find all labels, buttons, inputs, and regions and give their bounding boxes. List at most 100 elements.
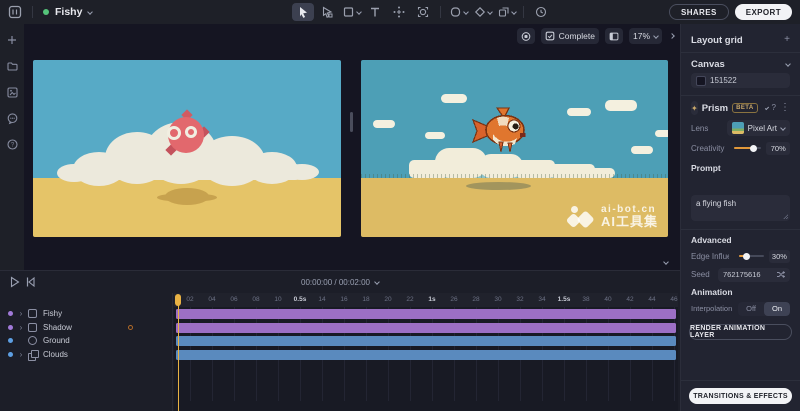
ruler-label: 02 — [180, 296, 200, 303]
history-tool-button[interactable] — [530, 3, 552, 21]
resize-handle[interactable] — [783, 214, 788, 219]
prism-collapse-chevron-icon[interactable] — [764, 106, 768, 110]
canvas-viewport[interactable]: Complete 17% — [24, 24, 680, 270]
layer-row-clouds[interactable]: ›Clouds — [0, 348, 173, 361]
creativity-slider[interactable] — [734, 147, 761, 149]
add-icon[interactable] — [4, 32, 20, 48]
timeline-panel: 00:00:00 / 00:02:00 ›Fishy›ShadowGround›… — [0, 270, 680, 411]
canvas-color-swatch[interactable] — [696, 76, 706, 86]
panel-toggle-button[interactable] — [605, 28, 623, 44]
time-display[interactable]: 00:00:00 / 00:02:00 — [0, 271, 680, 293]
creativity-label: Creativity — [691, 144, 724, 153]
scene2-fish-character — [471, 102, 535, 158]
select-tool-button[interactable] — [292, 3, 314, 21]
prism-more-icon[interactable]: ⋮ — [780, 103, 790, 113]
app-logo-icon[interactable] — [8, 5, 22, 19]
timeline-bar-shadow[interactable] — [176, 323, 676, 333]
scene2-cloud — [425, 132, 445, 139]
layer-type-stack-icon — [28, 350, 37, 359]
shape-tool-chevron-icon[interactable] — [463, 9, 469, 15]
interpolation-off-option[interactable]: Off — [738, 302, 764, 316]
creativity-value[interactable]: 70% — [766, 142, 790, 155]
playhead-line — [178, 297, 179, 411]
ruler-label: 18 — [356, 296, 376, 303]
add-layout-grid-icon[interactable]: + — [784, 35, 790, 45]
zoom-level-dropdown[interactable]: 17% — [629, 28, 662, 44]
canvas-color-value: 151522 — [710, 76, 737, 85]
layer-expand-chevron-icon[interactable]: › — [16, 350, 26, 359]
ruler-label: 46 — [664, 296, 678, 303]
layer-row-fishy[interactable]: ›Fishy — [0, 307, 173, 320]
help-icon[interactable]: ? — [4, 136, 20, 152]
lens-dropdown[interactable]: Pixel Art — [727, 120, 790, 136]
render-animation-layer-button[interactable]: RENDER ANIMATION LAYER — [689, 324, 792, 340]
ruler-label: 40 — [598, 296, 618, 303]
record-button[interactable] — [517, 28, 535, 44]
artboard-frame-2[interactable]: ai-bot.cn AI工具集 — [361, 60, 668, 237]
timeline-tracks[interactable]: 02040608100.5s14161820221s26283032341.5s… — [174, 293, 678, 411]
timeline-bar-clouds[interactable] — [176, 350, 676, 360]
ruler-label: 26 — [444, 296, 464, 303]
layer-row-ground[interactable]: Ground — [0, 334, 173, 347]
seed-value: 762175616 — [723, 270, 761, 279]
shape-tool-button[interactable] — [447, 3, 469, 21]
frame-tool-chevron-icon[interactable] — [356, 9, 362, 15]
prompt-label: Prompt — [691, 163, 721, 173]
playhead-handle[interactable] — [175, 294, 181, 306]
effect-tool-chevron-icon[interactable] — [487, 9, 493, 15]
prism-icon: ✦ — [691, 101, 698, 115]
scene2-grass — [361, 174, 668, 178]
project-menu-chevron-icon[interactable] — [88, 9, 94, 15]
edge-influence-slider[interactable] — [739, 255, 763, 257]
watermark-line2: AI工具集 — [601, 215, 658, 229]
focus-region-tool-button[interactable] — [412, 3, 434, 21]
folder-icon[interactable] — [4, 58, 20, 74]
ruler-label: 20 — [378, 296, 398, 303]
scene2-cloud — [373, 120, 395, 128]
ruler-label: 32 — [510, 296, 530, 303]
seed-input[interactable]: 762175616 — [718, 268, 790, 282]
comments-icon[interactable] — [4, 110, 20, 126]
edge-influence-value[interactable]: 30% — [769, 250, 790, 263]
time-display-value: 00:00:00 / 00:02:00 — [301, 278, 370, 287]
layer-expand-chevron-icon[interactable]: › — [16, 309, 26, 318]
effect-tool-button[interactable] — [471, 3, 493, 21]
layers-tool-button[interactable] — [495, 3, 517, 21]
timeline-ruler[interactable]: 02040608100.5s14161820221s26283032341.5s… — [174, 293, 678, 307]
export-button[interactable]: EXPORT — [735, 4, 792, 20]
artboard-divider-handle[interactable] — [350, 112, 353, 132]
transitions-effects-button[interactable]: TRANSITIONS & EFFECTS — [689, 388, 792, 404]
prism-help-icon[interactable]: ? — [772, 103, 776, 113]
interpolation-toggle[interactable]: Off On — [738, 302, 790, 316]
layers-tool-chevron-icon[interactable] — [511, 9, 517, 15]
complete-status-button[interactable]: Complete — [541, 28, 599, 44]
interpolation-on-option[interactable]: On — [764, 302, 790, 316]
canvas-color-input[interactable]: 151522 — [691, 73, 790, 88]
timeline-bar-ground[interactable] — [176, 336, 676, 346]
canvas-section-chevron-icon[interactable] — [785, 61, 791, 67]
shuffle-seed-icon[interactable] — [776, 270, 785, 279]
assets-icon[interactable] — [4, 84, 20, 100]
layer-expand-chevron-icon[interactable]: › — [16, 323, 26, 332]
prompt-textarea[interactable]: a flying fish — [691, 195, 790, 221]
keyframe-indicator[interactable] — [128, 325, 133, 330]
scene2-cloud — [655, 130, 668, 137]
ruler-label: 0.5s — [290, 296, 310, 303]
layer-row-shadow[interactable]: ›Shadow — [0, 321, 173, 334]
project-title: Fishy — [55, 6, 82, 18]
properties-panel: Layout grid + Canvas 151522 ✦ Prism BETA… — [680, 24, 800, 411]
frame-tool-button[interactable] — [340, 3, 362, 21]
time-display-chevron-icon — [374, 279, 380, 285]
node-select-tool-button[interactable] — [316, 3, 338, 21]
timeline-bar-fishy[interactable] — [176, 309, 676, 319]
artboard-frame-1[interactable] — [33, 60, 341, 237]
move-pixels-tool-button[interactable] — [388, 3, 410, 21]
zoom-chevron-icon — [653, 33, 659, 39]
prism-title: Prism — [702, 103, 728, 114]
share-button[interactable]: SHARES — [669, 4, 729, 20]
beta-badge: BETA — [732, 103, 758, 113]
expand-panel-chevron-icon[interactable] — [669, 33, 675, 39]
text-tool-button[interactable] — [364, 3, 386, 21]
collapse-timeline-chevron-icon[interactable] — [663, 259, 669, 265]
ruler-label: 1s — [422, 296, 442, 303]
